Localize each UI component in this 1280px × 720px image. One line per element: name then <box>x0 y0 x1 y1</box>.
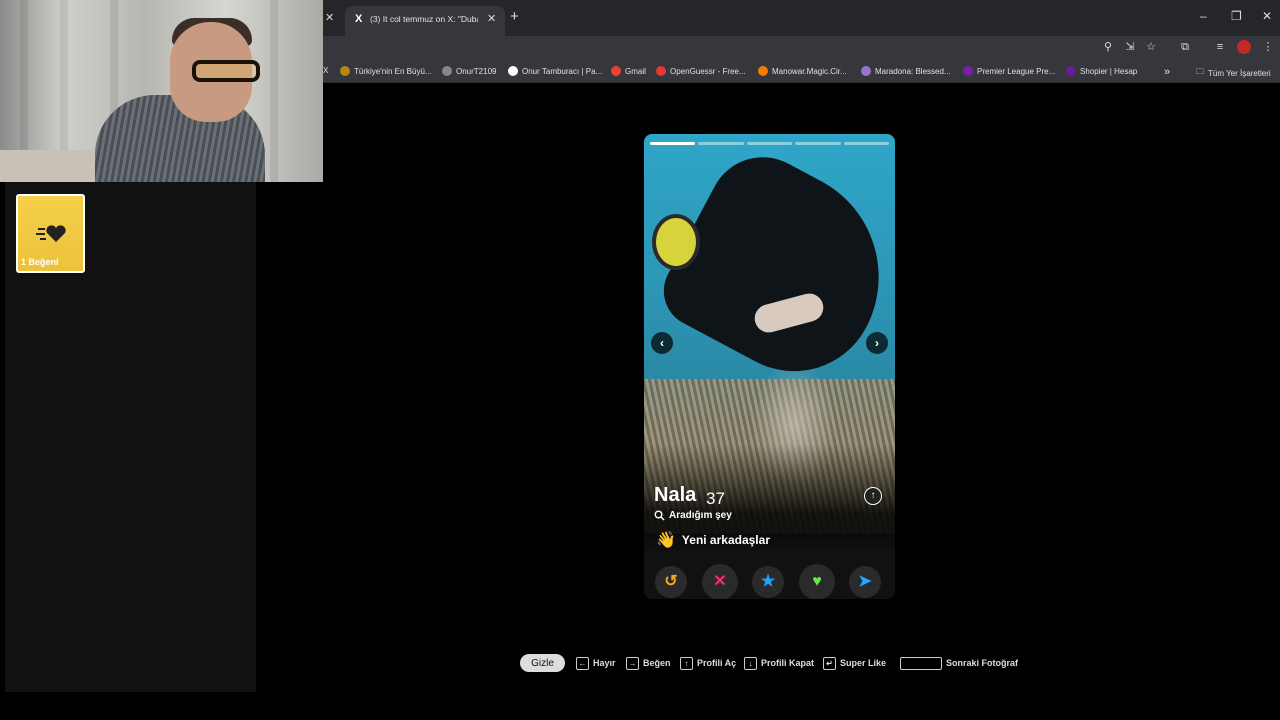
bookmark-item[interactable]: Gmail <box>611 66 646 76</box>
shopier-icon <box>1066 66 1076 76</box>
shortcut-open-profile: ↑ Profili Aç <box>680 654 736 672</box>
shortcut-next-photo-label: Sonraki Fotoğraf <box>946 658 1019 668</box>
chevron-double-right-icon[interactable]: » <box>1164 66 1170 78</box>
window-close-icon[interactable]: ✕ <box>1262 9 1272 23</box>
patreon-icon <box>508 66 518 76</box>
all-bookmarks-label: Tüm Yer İşaretleri <box>1208 68 1271 78</box>
action-buttons: ↺ ✕ ★ ♥ ➤ <box>644 564 895 599</box>
shortcut-like: → Beğen <box>626 654 671 672</box>
nope-button[interactable]: ✕ <box>702 564 738 599</box>
bookmark-item[interactable]: Onur Tamburacı | Pa... <box>508 66 602 76</box>
letterboxd-icon <box>861 66 871 76</box>
shortcut-close-profile-label: Profili Kapat <box>761 658 815 668</box>
arrow-left-key-icon: ← <box>576 656 589 670</box>
shortcut-super-like: ↵ Super Like <box>823 654 886 672</box>
arrow-down-key-icon: ↓ <box>744 656 757 670</box>
bookmark-star-icon[interactable]: ☆ <box>1144 40 1158 54</box>
bookmark-label: Onur Tamburacı | Pa... <box>522 66 603 76</box>
boost-button[interactable]: ➤ <box>849 566 881 598</box>
shortcut-next-photo: Sonraki Fotoğraf <box>900 654 1018 672</box>
folder-icon: 🗀 <box>1196 67 1204 76</box>
photo-progress-segment <box>650 142 696 145</box>
extensions-icon[interactable]: ⧉ <box>1178 40 1192 54</box>
bookmark-label: OnurT2109 <box>456 66 497 76</box>
profile-age: 37 <box>706 489 725 508</box>
shortcut-nope: ← Hayır <box>576 654 616 672</box>
diving-mask <box>652 214 700 270</box>
search-icon <box>654 510 665 521</box>
new-tab-button[interactable]: + <box>510 8 519 25</box>
x-bookmark-icon[interactable]: X <box>323 66 328 75</box>
tab-close-icon[interactable]: ✕ <box>487 12 496 25</box>
bookmark-label: Premier League Pre... <box>977 66 1056 76</box>
shortcut-nope-label: Hayır <box>593 658 616 668</box>
close-icon[interactable]: ✕ <box>325 11 334 24</box>
looking-for: Aradığım şey <box>654 510 732 521</box>
bookmark-item[interactable]: OnurT2109 <box>442 66 496 76</box>
waving-hand-icon: 👋 <box>656 532 676 549</box>
space-key-icon <box>900 656 942 670</box>
blogger-icon <box>758 66 768 76</box>
diver <box>651 138 895 400</box>
glasses <box>192 60 260 82</box>
profile-avatar[interactable] <box>1237 40 1251 54</box>
all-bookmarks[interactable]: 🗀 Tüm Yer İşaretleri <box>1196 66 1271 80</box>
photo-progress <box>650 142 890 145</box>
super-like-button[interactable]: ★ <box>752 566 784 598</box>
globe-icon <box>340 66 350 76</box>
open-profile-arrow-icon[interactable]: ↑ <box>864 487 882 505</box>
likes-count-label: 1 Beğeni <box>21 257 59 267</box>
looking-for-label: Aradığım şey <box>669 510 732 521</box>
bookmark-label: Manowar.Magic.Cir... <box>772 66 847 76</box>
profile-name: Nala <box>654 484 697 506</box>
bookmark-label: OpenGuessr - Free... <box>670 66 746 76</box>
globe-icon <box>442 66 452 76</box>
hide-shortcuts-button[interactable]: Gizle <box>520 654 565 672</box>
arrow-up-key-icon: ↑ <box>680 656 693 670</box>
rewind-button[interactable]: ↺ <box>655 566 687 598</box>
photo-progress-segment <box>746 142 793 145</box>
shortcut-super-like-label: Super Like <box>840 658 887 668</box>
restore-icon[interactable]: ❐ <box>1231 9 1242 23</box>
location-icon[interactable]: ⚲ <box>1101 40 1115 54</box>
bookmark-label: Gmail <box>625 66 646 76</box>
bookmark-label: Maradona: Blessed... <box>875 66 951 76</box>
enter-key-icon: ↵ <box>823 656 836 670</box>
likes-heart-icon <box>36 225 66 242</box>
likes-card[interactable]: 1 Beğeni <box>16 194 85 273</box>
photo-progress-segment <box>795 142 841 145</box>
next-photo-button[interactable]: › <box>866 332 888 354</box>
bookmark-item[interactable]: Manowar.Magic.Cir... <box>758 66 847 76</box>
pin-icon <box>656 66 666 76</box>
photo-progress-segment <box>698 142 744 145</box>
minimize-icon[interactable]: – <box>1200 9 1207 23</box>
previous-photo-button[interactable]: ‹ <box>651 332 673 354</box>
bookmark-item[interactable]: Türkiye'nin En Büyü... <box>340 66 432 76</box>
photo-progress-segment <box>843 142 890 145</box>
relationship-goal: 👋 Yeni arkadaşlar <box>656 530 770 550</box>
bookmark-item[interactable]: Maradona: Blessed... <box>861 66 951 76</box>
x-logo-icon: X <box>355 13 363 25</box>
like-button[interactable]: ♥ <box>799 564 835 599</box>
shortcut-close-profile: ↓ Profili Kapat <box>744 654 814 672</box>
bookmark-item[interactable]: OpenGuessr - Free... <box>656 66 746 76</box>
menu-icon[interactable]: ⋮ <box>1261 40 1275 54</box>
profile-card[interactable]: ‹ › Nala 37 ↑ Aradığım şey 👋 Yeni arkada… <box>644 134 895 599</box>
bookmark-item[interactable]: Shopier | Hesap <box>1066 66 1137 76</box>
shortcut-like-label: Beğen <box>643 658 671 668</box>
bookmark-item[interactable]: Premier League Pre... <box>963 66 1055 76</box>
tab-active[interactable]: X (3) It col temmuz on X: "Dubai ✕ <box>345 6 505 36</box>
shortcut-open-profile-label: Profili Aç <box>697 658 737 668</box>
bookmark-label: Shopier | Hesap <box>1080 66 1138 76</box>
bookmark-label: Türkiye'nin En Büyü... <box>354 66 432 76</box>
arrow-right-key-icon: → <box>626 656 639 670</box>
pl-icon <box>963 66 973 76</box>
tab-title: (3) It col temmuz on X: "Dubai <box>370 14 478 24</box>
relationship-goal-label: Yeni arkadaşlar <box>681 533 770 547</box>
gmail-icon <box>611 66 621 76</box>
media-icon[interactable]: ≡ <box>1213 40 1227 54</box>
webcam-overlay <box>0 0 323 182</box>
install-icon[interactable]: ⇲ <box>1123 40 1137 54</box>
